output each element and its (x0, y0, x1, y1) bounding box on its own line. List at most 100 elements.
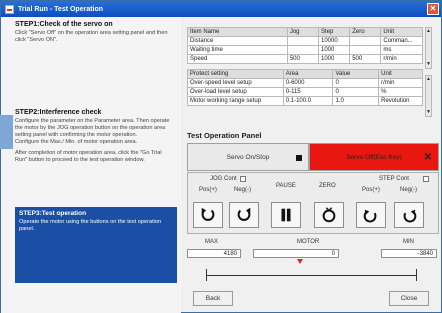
range-slider-track[interactable] (206, 275, 417, 276)
table-row[interactable]: Over-load level setup 0-115 0 % (187, 87, 423, 97)
servo-off-label: Servo Off(Esc Key) (346, 153, 402, 161)
step-negative-button[interactable] (394, 202, 424, 228)
rotate-cw-icon (237, 207, 251, 221)
table-row[interactable]: Distance 10000 Comman... (187, 36, 423, 46)
step1-block: STEP1:Check of the servo on Click "Servo… (15, 21, 175, 44)
cell[interactable]: 500 (349, 54, 382, 64)
col-header: Zero (349, 27, 382, 37)
window-close-button[interactable]: ✕ (427, 3, 439, 15)
table-row[interactable]: Waiting time 1000 ms (187, 45, 423, 55)
protect-scrollbar[interactable]: ▲ ▼ (425, 75, 432, 117)
window-title: Trial Run - Test Operation (18, 5, 104, 13)
step-neg-label: Neg(-) (400, 187, 418, 193)
pause-button[interactable] (271, 202, 301, 228)
back-button[interactable]: Back (193, 291, 233, 306)
parameter-scrollbar[interactable]: ▲ ▼ (425, 27, 432, 69)
cell[interactable]: 10000 (317, 36, 351, 46)
jog-pos-label: Pos(+) (199, 187, 217, 193)
step-cw-icon (403, 209, 417, 223)
servo-off-button[interactable]: Servo Off(Esc Key) ✕ (309, 143, 439, 171)
jog-cont-checkbox[interactable] (240, 176, 246, 182)
scroll-up-icon[interactable]: ▲ (426, 76, 431, 83)
col-header: Area (282, 69, 334, 79)
scroll-up-icon[interactable]: ▲ (426, 28, 431, 35)
col-header: Unit (378, 69, 423, 79)
motor-position-field: 0 (253, 249, 339, 258)
cell[interactable] (349, 45, 382, 55)
cell[interactable]: 1000 (317, 45, 351, 55)
scroll-down-icon[interactable]: ▼ (426, 109, 431, 116)
scroll-down-icon[interactable]: ▼ (426, 61, 431, 68)
table-row[interactable]: Speed 500 1000 500 r/min (187, 54, 423, 64)
table-row[interactable]: Over-speed level setup 0-6000 0 r/min (187, 78, 423, 88)
cell: 0.1-100.0 (282, 96, 334, 106)
cell[interactable]: 0 (332, 87, 380, 97)
servo-on-label: Servo On/Stop (226, 153, 270, 161)
step-ccw-icon (363, 209, 377, 223)
step-cont-label: STEP Cont (379, 176, 409, 182)
step3-text: Operate the motor using the buttons on t… (19, 219, 162, 232)
min-label: MIN (403, 239, 414, 245)
zero-return-icon (322, 207, 336, 223)
cell: 0-115 (282, 87, 334, 97)
max-input[interactable]: 4180 (187, 249, 241, 258)
parameter-table: Item Name Jog Step Zero Unit Distance 10… (187, 27, 423, 64)
pause-label: PAUSE (276, 183, 296, 189)
col-header: Step (317, 27, 351, 37)
title-bar: Trial Run - Test Operation ✕ (1, 1, 441, 17)
step-positive-button[interactable] (356, 202, 386, 228)
servo-on-button[interactable]: Servo On/Stop (187, 143, 309, 171)
step-indicator-tab (0, 115, 13, 149)
cell[interactable]: 500 (286, 54, 320, 64)
step3-title: STEP3:Test operation (19, 210, 87, 217)
cell: Motor working range setup (187, 96, 284, 106)
col-header: Protect setting (187, 69, 284, 79)
range-max-tick (206, 269, 207, 281)
cell[interactable]: 1.0 (332, 96, 380, 106)
pause-icon (281, 208, 291, 222)
cell: Revolution (378, 96, 423, 106)
cell[interactable]: 1000 (317, 54, 351, 64)
cell[interactable]: 0 (332, 78, 380, 88)
cell: Speed (187, 54, 288, 64)
step2-block: STEP2:Interference check Configure the p… (15, 109, 175, 164)
range-min-tick (416, 269, 417, 281)
trial-run-window: Trial Run - Test Operation ✕ STEP1:Check… (0, 0, 442, 313)
step3-block: STEP3:Test operation Operate the motor u… (15, 207, 177, 283)
step-cont-checkbox[interactable] (423, 176, 429, 182)
jog-negative-button[interactable] (229, 202, 259, 228)
step2-text2: After completion of motor operation area… (15, 150, 162, 163)
parameter-area: Item Name Jog Step Zero Unit Distance 10… (187, 27, 439, 106)
motor-position-marker (297, 259, 303, 264)
cell[interactable] (286, 36, 320, 46)
stop-square-icon (296, 155, 302, 161)
cell: Over-load level setup (187, 87, 284, 97)
cell[interactable] (286, 45, 320, 55)
jog-neg-label: Neg(-) (234, 187, 252, 193)
step1-text: Click "Servo Off" on the operation area … (15, 30, 168, 43)
zero-button[interactable] (314, 202, 344, 228)
protect-table: Protect setting Area Value Unit Over-spe… (187, 69, 423, 106)
cell[interactable] (349, 36, 382, 46)
step2-title: STEP2:Interference check (15, 109, 102, 116)
cell: Comman... (380, 36, 423, 46)
jog-positive-button[interactable] (193, 202, 223, 228)
cell: r/min (378, 78, 423, 88)
col-header: Unit (380, 27, 423, 37)
col-header: Item Name (187, 27, 288, 37)
cell: r/min (380, 54, 423, 64)
panel-title: Test Operation Panel (187, 131, 262, 140)
step2-text: Configure the parameter on the Parameter… (15, 118, 170, 145)
jog-cont-label: JOG Cont (210, 176, 237, 182)
cell: Over-speed level setup (187, 78, 284, 88)
instruction-panel: STEP1:Check of the servo on Click "Servo… (0, 17, 181, 313)
close-x-icon: ✕ (423, 152, 432, 163)
rotate-ccw-icon (201, 207, 215, 221)
cell: Waiting time (187, 45, 288, 55)
step-pos-label: Pos(+) (362, 187, 380, 193)
table-row[interactable]: Motor working range setup 0.1-100.0 1.0 … (187, 96, 423, 106)
cell: Distance (187, 36, 288, 46)
cell: 0-6000 (282, 78, 334, 88)
close-button[interactable]: Close (389, 291, 429, 306)
min-input[interactable]: -3840 (381, 249, 437, 258)
